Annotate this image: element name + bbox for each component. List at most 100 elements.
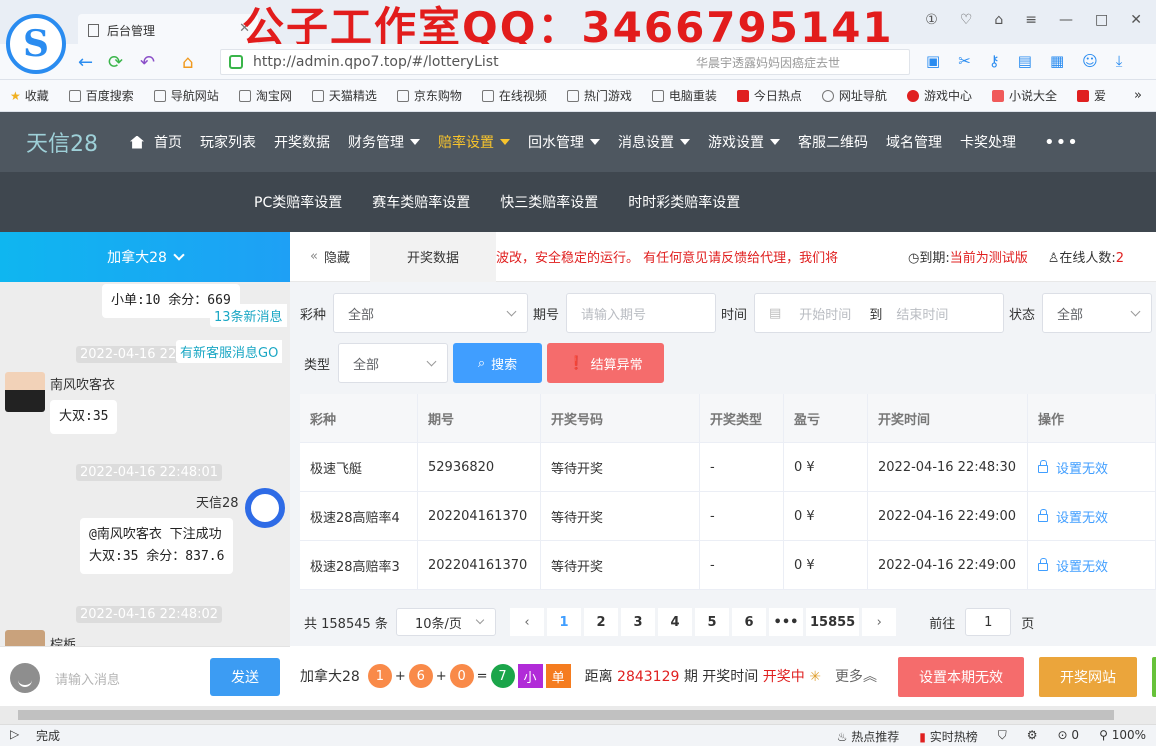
set-invalid-link[interactable]: 设置无效 [1028,491,1156,541]
download-icon[interactable]: ⤓ [1116,52,1123,70]
close-window-icon[interactable]: ✕ [1130,12,1142,28]
translate-icon[interactable]: ▤ [1018,52,1032,70]
status-select[interactable]: 全部 [1042,293,1152,333]
more-toggle[interactable]: 更多︽ [835,666,877,686]
subnav-racing-odds[interactable]: 赛车类赔率设置 [372,192,470,212]
nav-lottery-data[interactable]: 开奖数据 [274,132,330,152]
page-button[interactable]: 4 [658,608,692,636]
goto-page-input[interactable]: 1 [965,608,1012,636]
search-button[interactable]: ⌕ 搜索 [453,343,542,383]
refresh-icon[interactable]: ⟳ [108,52,123,73]
bookmark-item[interactable]: 电脑重装 [651,87,717,104]
bookmark-item[interactable]: ★ 收藏 [10,87,49,104]
nav-home[interactable]: 首页 [130,132,182,152]
next-page-button[interactable]: › [862,608,897,636]
hide-sidebar-button[interactable]: «隐藏 [290,232,370,282]
nav-service-qr[interactable]: 客服二维码 [798,132,868,152]
browser-tab[interactable]: 后台管理 ✕ [78,14,258,46]
settlement-abnormal-button[interactable]: ❗ 结算异常 [547,343,664,383]
nav-messages[interactable]: 消息设置 [618,132,690,152]
nav-domain[interactable]: 域名管理 [886,132,942,152]
bookmarks-bar: ★ 收藏 百度搜索 导航网站 淘宝网 天猫精选 京东购物 在线视频 热门游戏 电脑… [0,80,1156,112]
page-button[interactable]: 15855 [806,608,860,636]
shirt-icon[interactable]: ⌂ [994,12,1003,28]
shield-status-icon[interactable]: ⛉ [998,728,1007,745]
bookmark-item[interactable]: 百度搜索 [68,87,134,104]
set-invalid-link[interactable]: 设置无效 [1028,540,1156,590]
heart-icon[interactable]: ♡ [960,12,973,28]
emoji-icon[interactable]: ☺ [1082,52,1098,70]
announcement-marquee: 波改，安全稳定的运行。 有任何意见请反馈给代理，我们将 [496,251,839,266]
chat-message-input[interactable]: 请输入消息 [55,669,120,688]
issue-input[interactable]: 请输入期号 [566,293,716,333]
menu-icon[interactable]: ≡ [1025,12,1037,28]
emoji-icon[interactable] [10,663,40,693]
bookmark-item[interactable]: 在线视频 [481,87,547,104]
subnav-k3-odds[interactable]: 快三类赔率设置 [500,192,598,212]
nav-odds[interactable]: 赔率设置 [438,132,510,152]
status-text: 完成 [36,729,61,743]
subnav-pc-odds[interactable]: PC类赔率设置 [254,192,342,212]
prev-page-button[interactable]: ‹ [510,608,544,636]
undo-icon[interactable]: ↶ [140,52,155,73]
scrollbar-thumb[interactable] [18,710,1114,720]
realtime-hot[interactable]: ▮ 实时热榜 [919,728,977,745]
extra-action-button[interactable] [1152,657,1156,697]
bookmark-item[interactable]: 天猫精选 [311,87,377,104]
bookmark-item[interactable]: 导航网站 [153,87,219,104]
bubble-line: @南风吹客衣 下注成功 [89,527,222,542]
lottery-select[interactable]: 全部 [333,293,528,333]
date-range-picker[interactable]: ▤ 开始时间 到 结束时间 [754,293,1004,333]
service-message-notice[interactable]: 有新客服消息GO [176,340,283,363]
back-icon[interactable]: ← [78,52,93,73]
url-field[interactable]: http://admin.qpo7.top/#/lotteryList 华晨宇透… [220,49,910,75]
type-select[interactable]: 全部 [338,343,448,383]
key-icon[interactable]: ⚷ [989,52,1000,70]
bookmark-item[interactable]: 爱 [1076,87,1106,104]
maximize-icon[interactable]: □ [1095,12,1108,28]
send-button[interactable]: 发送 [210,658,280,696]
bookmark-item[interactable]: 游戏中心 [906,87,972,104]
more-pages-button[interactable]: ••• [769,608,803,636]
minimize-icon[interactable]: — [1059,12,1073,28]
nav-more-icon[interactable]: ••• [1044,132,1079,153]
download-count[interactable]: ⊙ 0 [1058,728,1080,745]
home-page-icon[interactable]: ⌂ [182,52,193,73]
bookmark-item[interactable]: 淘宝网 [238,87,292,104]
window-1-icon[interactable]: ① [925,12,938,28]
table-row: 极速28高赔率3 202204161370 等待开奖 - 0 ¥ 2022-04… [300,540,1156,590]
zoom-level[interactable]: ⚲ 100% [1099,728,1146,745]
tab-lottery-data[interactable]: 开奖数据 [370,231,496,282]
result-ball: 1 [367,664,392,688]
bookmark-item[interactable]: 热门游戏 [566,87,632,104]
page-button[interactable]: 1 [547,608,581,636]
draw-website-button[interactable]: 开奖网站 [1039,657,1137,697]
hot-recommend[interactable]: ♨ 热点推荐 [837,728,900,745]
bookmark-item[interactable]: 网址导航 [821,87,887,104]
page-button[interactable]: 6 [732,608,766,636]
tools-icon[interactable]: ⚙ [1027,728,1038,745]
bookmark-item[interactable]: 小说大全 [991,87,1057,104]
page-button[interactable]: 2 [584,608,618,636]
scissors-icon[interactable]: ✂ [958,52,971,70]
nav-games[interactable]: 游戏设置 [708,132,780,152]
new-messages-notice[interactable]: 13条新消息 [210,304,287,327]
page-size-select[interactable]: 10条/页 [396,608,496,636]
bookmark-item[interactable]: 京东购物 [396,87,462,104]
nav-rebate[interactable]: 回水管理 [528,132,600,152]
set-invalid-link[interactable]: 设置无效 [1028,442,1156,492]
lock-icon [1038,557,1048,571]
nav-stuck-draw[interactable]: 卡奖处理 [960,132,1016,152]
nav-finance[interactable]: 财务管理 [348,132,420,152]
subnav-ssc-odds[interactable]: 时时彩类赔率设置 [628,192,740,212]
set-current-invalid-button[interactable]: 设置本期无效 [898,657,1024,697]
extension-1-icon[interactable]: ▣ [926,52,940,70]
bookmark-item[interactable]: 今日热点 [736,87,802,104]
page-button[interactable]: 5 [695,608,729,636]
nav-players[interactable]: 玩家列表 [200,132,256,152]
horizontal-scrollbar[interactable] [0,706,1156,724]
save-icon[interactable]: ▦ [1050,52,1064,70]
chat-room-selector[interactable]: 加拿大28 [0,232,290,282]
bookmarks-more-icon[interactable]: » [1134,88,1142,103]
page-button[interactable]: 3 [621,608,655,636]
